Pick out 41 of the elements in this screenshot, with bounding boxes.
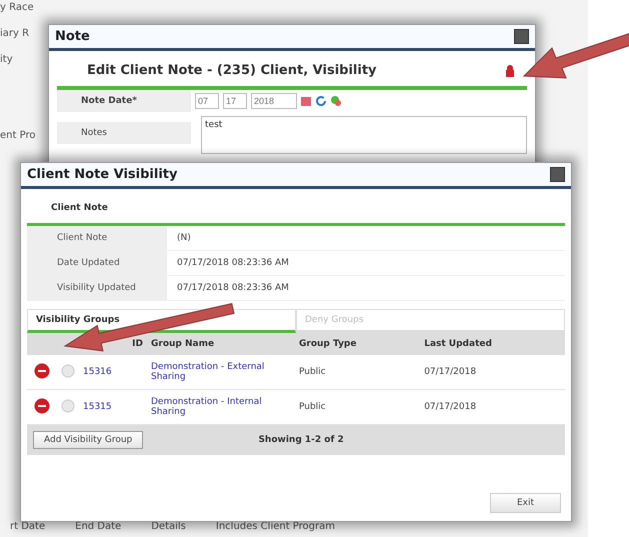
close-icon[interactable] — [514, 29, 529, 44]
group-id-link[interactable]: 15315 — [83, 402, 143, 412]
dialog-title: Note — [55, 29, 90, 44]
background-label: ent Pro — [0, 130, 36, 141]
notes-field[interactable]: test — [201, 116, 527, 154]
date-input[interactable]: 17 — [223, 93, 247, 109]
background-label: ity — [0, 54, 13, 65]
background-label: y Race — [0, 2, 34, 13]
info-label: Visibility Updated — [27, 276, 167, 300]
delete-icon[interactable] — [34, 398, 50, 414]
date-input[interactable]: 07 — [195, 93, 219, 109]
paging-text: Showing 1-2 of 2 — [257, 435, 345, 445]
info-value: (N) — [176, 232, 192, 245]
column-header: Group Type — [295, 333, 420, 355]
dialog-title: Client Note Visibility — [27, 167, 178, 182]
exit-button[interactable]: Exit — [490, 493, 561, 513]
table-cell: 07/17/2018 — [420, 355, 565, 390]
lock-icon[interactable] — [503, 64, 517, 78]
group-name-link[interactable]: Demonstration - Internal Sharing — [151, 397, 291, 417]
info-label: Date Updated — [27, 251, 167, 275]
background-column-header: Details — [151, 521, 186, 532]
close-icon[interactable] — [550, 167, 565, 182]
note-heading: Edit Client Note - (235) Client, Visibility — [87, 63, 377, 78]
group-name-link[interactable]: Demonstration - External Sharing — [151, 362, 291, 382]
background-column-header: End Date — [75, 521, 122, 532]
background-column-header: Includes Client Program — [216, 521, 336, 532]
column-header: Group Name — [147, 333, 295, 355]
group-id-link[interactable]: 15316 — [83, 367, 143, 377]
field-label: Notes — [57, 122, 191, 144]
delete-icon[interactable] — [34, 362, 50, 378]
info-label: Client Note — [27, 226, 167, 250]
column-header: Last Updated — [420, 333, 565, 355]
background-column-header: rt Date — [10, 521, 46, 532]
date-input[interactable]: 2018 — [251, 93, 297, 109]
table-cell: Public — [295, 355, 420, 390]
info-value: 07/17/2018 08:23:36 AM — [176, 282, 290, 295]
field-label: Note Date* — [57, 90, 191, 112]
refresh-icon[interactable] — [315, 95, 327, 107]
add-group-button[interactable]: Add Visibility Group — [33, 431, 144, 449]
background-label: iary R — [0, 28, 30, 39]
info-value: 07/17/2018 08:23:36 AM — [176, 257, 290, 270]
